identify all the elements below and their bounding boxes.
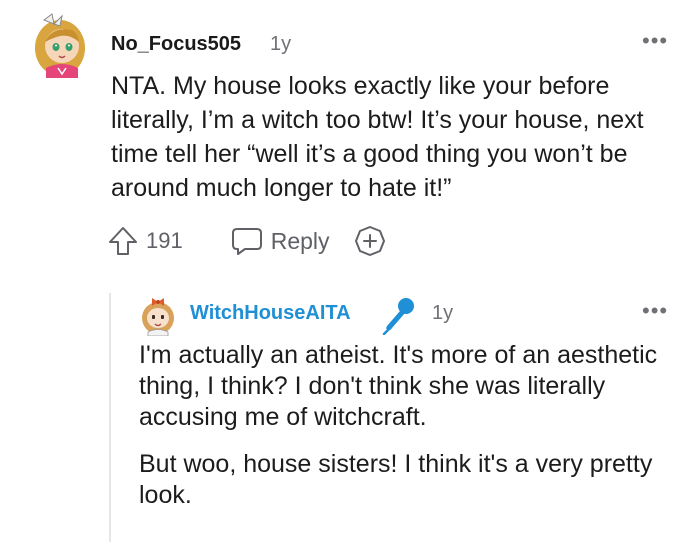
avatar[interactable] — [137, 294, 179, 337]
avatar[interactable] — [32, 12, 90, 78]
speech-bubble-icon — [231, 228, 262, 255]
comment-actions: 191 Reply — [106, 222, 386, 260]
comment-text: NTA. My house looks exactly like your be… — [111, 72, 644, 202]
comment-age: 1y — [270, 33, 292, 55]
reply-button[interactable]: Reply — [231, 226, 330, 256]
reply-paragraph: I'm actually an atheist. It's more of an… — [139, 341, 658, 431]
reply-paragraph: But woo, house sisters! I think it's a v… — [139, 450, 653, 509]
reply-age: 1y — [432, 302, 454, 324]
reply-username[interactable]: WitchHouseAITA — [190, 302, 351, 325]
award-button[interactable] — [354, 225, 386, 257]
reply-text: I'm actually an atheist. It's more of an… — [139, 340, 659, 527]
upvote-count: 191 — [146, 228, 183, 253]
microphone-icon — [378, 295, 418, 336]
comment-username[interactable]: No_Focus505 — [111, 33, 241, 56]
reply-label: Reply — [270, 227, 330, 254]
plus-circle-icon — [354, 226, 385, 256]
upvote-button[interactable]: 191 — [106, 224, 183, 258]
more-options-button[interactable]: ••• — [642, 300, 668, 322]
thread-line[interactable] — [109, 293, 111, 542]
upvote-arrow-icon — [109, 227, 137, 255]
more-options-button[interactable]: ••• — [642, 30, 668, 52]
